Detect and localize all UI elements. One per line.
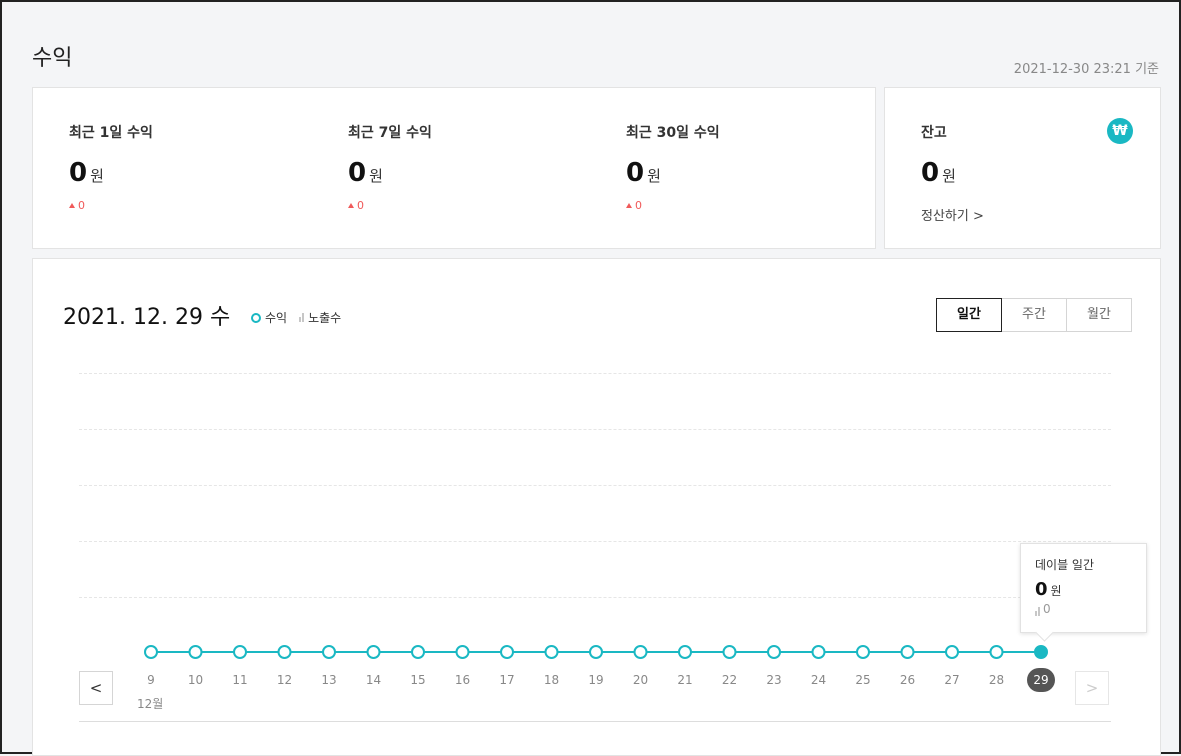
x-tick-label[interactable]: 19 [581, 673, 611, 687]
arrow-up-icon [626, 203, 632, 208]
data-point[interactable] [366, 645, 381, 659]
x-tick-label[interactable]: 9 [136, 673, 166, 687]
data-point[interactable] [233, 645, 247, 659]
stat-label: 최근 30일 수익 [626, 125, 720, 141]
x-tick-label[interactable]: 16 [448, 673, 478, 687]
x-tick-label[interactable]: 23 [759, 673, 789, 687]
data-point[interactable] [188, 645, 203, 659]
balance-stat: 잔고 0원 정산하기 > [921, 122, 984, 224]
data-point[interactable] [811, 645, 826, 659]
stat-change: 0 [348, 199, 432, 212]
arrow-up-icon [69, 203, 75, 208]
chart-tooltip: 데이블 일간 0원 0 [1020, 543, 1147, 633]
settle-link[interactable]: 정산하기 > [921, 205, 984, 224]
x-tick-label[interactable]: 26 [893, 673, 923, 687]
x-tick-label[interactable]: 15 [403, 673, 433, 687]
data-point[interactable] [767, 645, 781, 659]
data-point[interactable] [1034, 645, 1048, 659]
bar-chart-icon [1035, 607, 1040, 616]
x-tick-label[interactable]: 14 [359, 673, 389, 687]
data-point[interactable] [633, 645, 648, 659]
axis-line [79, 721, 1111, 722]
summary-card: 최근 1일 수익 0원 0 최근 7일 수익 0원 0 최근 30일 수익 0원… [32, 87, 876, 249]
stat-value: 0원 [69, 158, 104, 188]
x-tick-label[interactable]: 21 [670, 673, 700, 687]
x-tick-label[interactable]: 24 [804, 673, 834, 687]
data-point[interactable] [856, 645, 870, 659]
page-title: 수익 [32, 46, 73, 71]
balance-label: 잔고 [921, 125, 947, 141]
x-tick-label[interactable]: 20 [626, 673, 656, 687]
stat-change: 0 [626, 199, 720, 212]
balance-card: 잔고 0원 정산하기 > ₩ [884, 87, 1161, 249]
data-point[interactable] [945, 645, 959, 659]
stat-7day: 최근 7일 수익 0원 0 [348, 122, 432, 212]
stat-value: 0원 [626, 158, 661, 188]
data-point[interactable] [544, 645, 559, 659]
stat-1day: 최근 1일 수익 0원 0 [69, 122, 153, 212]
data-point[interactable] [900, 645, 915, 659]
data-point[interactable] [322, 645, 336, 659]
x-tick-label[interactable]: 17 [492, 673, 522, 687]
stat-30day: 최근 30일 수익 0원 0 [626, 122, 720, 212]
x-tick-label[interactable]: 29 [1027, 668, 1055, 692]
arrow-up-icon [348, 203, 354, 208]
data-point[interactable] [678, 645, 692, 659]
data-point[interactable] [277, 645, 292, 659]
timestamp: 2021-12-30 23:21 기준 [1013, 62, 1159, 77]
data-point[interactable] [500, 645, 514, 659]
data-point[interactable] [722, 645, 737, 659]
tooltip-impressions: 0 [1035, 602, 1146, 616]
tooltip-title: 데이블 일간 [1035, 558, 1095, 572]
tab-daily[interactable]: 일간 [936, 298, 1002, 332]
data-point[interactable] [589, 645, 603, 659]
data-point[interactable] [411, 645, 425, 659]
won-icon: ₩ [1107, 118, 1133, 144]
tooltip-value: 0원 [1035, 579, 1062, 600]
x-tick-label[interactable]: 12 [270, 673, 300, 687]
x-tick-label[interactable]: 27 [937, 673, 967, 687]
x-tick-label[interactable]: 11 [225, 673, 255, 687]
data-point[interactable] [455, 645, 470, 659]
stat-value: 0원 [348, 158, 383, 188]
chart-card: 2021. 12. 29 수 수익 노출수 일간 주간 월간 9 10 11 12 13… [32, 258, 1161, 756]
x-tick-label[interactable]: 10 [181, 673, 211, 687]
x-tick-label[interactable]: 18 [537, 673, 567, 687]
prev-button[interactable]: < [79, 671, 113, 705]
stat-label: 최근 1일 수익 [69, 125, 153, 141]
stat-change: 0 [69, 199, 153, 212]
balance-value: 0원 [921, 158, 956, 188]
x-tick-label[interactable]: 22 [715, 673, 745, 687]
x-tick-label[interactable]: 13 [314, 673, 344, 687]
stat-label: 최근 7일 수익 [348, 125, 432, 141]
x-tick-label[interactable]: 25 [848, 673, 878, 687]
next-button[interactable]: > [1075, 671, 1109, 705]
month-label: 12월 [137, 697, 164, 711]
data-point[interactable] [144, 645, 158, 659]
data-point[interactable] [989, 645, 1004, 659]
x-tick-label[interactable]: 28 [982, 673, 1012, 687]
